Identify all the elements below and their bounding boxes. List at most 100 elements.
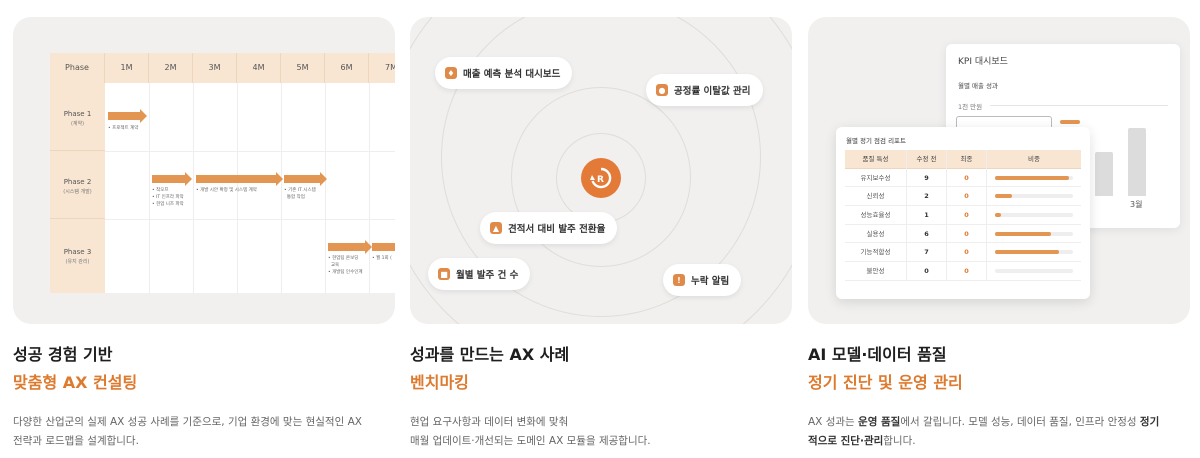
report-cell: 성능효율성	[845, 206, 907, 225]
report-cell: 2	[907, 187, 947, 207]
report-title: 월별 정기 점검 리포트	[846, 137, 907, 145]
caption-desc-line: 매월 업데이트·개선되는 도메인 AX 모듈을 제공합니다.	[410, 435, 651, 447]
ratio-bar-fill	[995, 194, 1012, 199]
alert-icon: !	[673, 274, 685, 286]
ratio-bar-fill	[995, 175, 1069, 180]
kpi-unit: 1천 만원	[958, 103, 983, 111]
caption-title: AI 모델·데이터 품질	[808, 345, 947, 364]
ratio-bar-fill	[995, 231, 1051, 236]
gantt-phase-label: Phase 3 (유지 관리)	[50, 247, 105, 267]
report-cell: 0	[947, 187, 987, 207]
report-cell: 0	[947, 224, 987, 244]
pill-label: 견적서 대비 발주 전환율	[508, 224, 606, 235]
gantt-month: 5M	[281, 53, 325, 83]
report-header-cell: 수정 전	[907, 150, 947, 169]
gantt-bar	[152, 172, 192, 186]
ratio-bar-track	[995, 213, 1073, 218]
grid-line	[105, 219, 395, 220]
caption-description: AX 성과는 운영 품질에서 갈립니다. 모델 성능, 데이터 품질, 인프라 …	[808, 413, 1193, 451]
gantt-task: • 개발 시안 확정 및 시스템 계약	[196, 188, 257, 193]
ratio-bar-fill	[995, 213, 1001, 218]
benchmarking-card: R ♦ 매출 예측 분석 대시보드 ● 공정률 이탈값 관리 ▲ 견적서 대비 …	[410, 17, 792, 324]
monthly-report-window: 월별 정기 점검 리포트 품질 특성 수정 전 최종 비중 유지보수성 9 0 신뢰성…	[836, 127, 1090, 299]
ratio-bar-track	[995, 175, 1073, 180]
gantt-task: • 현업팀 온보딩 교육 • 개발팀 인수인계	[328, 256, 363, 275]
report-cell: 6	[907, 224, 947, 244]
grid-line	[193, 83, 194, 293]
grid-line	[369, 83, 370, 293]
report-table: 품질 특성 수정 전 최종 비중 유지보수성 9 0 신뢰성 2 0 성능효율성 1 0 실용성 6…	[845, 150, 1081, 281]
report-header-cell: 최종	[947, 150, 987, 169]
phase-name: Phase 2	[63, 178, 92, 186]
pill-quote-conversion: ▲ 견적서 대비 발주 전환율	[480, 212, 618, 244]
report-cell: 7	[907, 243, 947, 263]
gantt-phase-label: Phase 1 (계약)	[50, 109, 105, 129]
gantt-bar	[284, 172, 327, 186]
report-cell: 신뢰성	[845, 187, 907, 207]
kpi-bar	[1128, 128, 1146, 196]
report-cell: 0	[947, 206, 987, 225]
gantt-header: Phase 1M 2M 3M 4M 5M 6M 7M	[50, 53, 395, 83]
grid-line	[325, 83, 326, 293]
caption-desc-line: 다양한 산업군의 실제 AX 성공 사례를 기준으로, 기업 환경에 맞는 현실…	[13, 416, 362, 428]
caption-subtitle: 정기 진단 및 운영 관리	[808, 373, 963, 392]
ratio-bar-track	[995, 194, 1073, 199]
caption-consulting: 성공 경험 기반 맞춤형 AX 컨설팅 다양한 산업군의 실제 AX 성공 사례…	[13, 343, 398, 451]
gantt-bar	[372, 243, 395, 251]
caption-benchmarking: 성과를 만드는 AX 사례 벤치마킹 현업 요구사항과 데이터 변화에 맞춰 매…	[410, 343, 795, 451]
kpi-subtitle: 월별 매출 성과	[958, 82, 999, 90]
pill-progress-deviation: ● 공정률 이탈값 관리	[646, 74, 763, 106]
caption-subtitle: 맞춤형 AX 컨설팅	[13, 373, 138, 392]
caption-quality: AI 모델·데이터 품질 정기 진단 및 운영 관리 AX 성과는 운영 품질에…	[808, 343, 1193, 451]
report-row: 신뢰성 2 0	[845, 187, 1081, 207]
ratio-bar-track	[995, 231, 1073, 236]
caption-desc-bold: 정기	[1139, 416, 1160, 428]
caption-desc-text: AX 성과는	[808, 416, 859, 428]
phase-name: Phase 3	[63, 248, 92, 256]
caption-desc-line: 전략과 로드맵을 설계합니다.	[13, 435, 139, 447]
phase-sub: (계약)	[70, 121, 85, 127]
ratio-bar-track	[995, 250, 1073, 255]
grid-line	[149, 83, 150, 293]
gantt-bar	[328, 240, 372, 254]
caption-title: 성공 경험 기반	[13, 345, 113, 364]
pill-label: 매출 예측 분석 대시보드	[463, 69, 561, 80]
gantt-month: 2M	[149, 53, 193, 83]
report-cell: 0	[947, 262, 987, 281]
quality-card: KPI 대시보드 월별 매출 성과 1천 만원 3월 월별 정기 점검 리포트 …	[808, 17, 1190, 324]
gantt-task: • 기존 IT 시스템 통합 작업	[284, 188, 316, 200]
gantt-month: 1M	[105, 53, 149, 83]
phase-sub: (시스템 개발)	[63, 189, 92, 195]
phase-name: Phase 1	[63, 110, 92, 118]
svg-text:R: R	[597, 175, 604, 185]
report-row: 실용성 6 0	[845, 224, 1081, 244]
caption-desc-text: 합니다.	[883, 435, 916, 447]
report-cell: 0	[947, 243, 987, 263]
report-row: 유지보수성 9 0	[845, 168, 1081, 188]
report-cell: 유지보수성	[845, 168, 907, 188]
report-rows: 유지보수성 9 0 신뢰성 2 0 성능효율성 1 0 실용성 6 0 기능적합성 7 0 불안성 0 0	[845, 168, 1081, 281]
report-cell: 0	[907, 262, 947, 281]
person-icon: ●	[656, 84, 668, 96]
gantt-task: • 월 1회 (	[372, 256, 392, 261]
report-cell: 0	[947, 168, 987, 188]
gantt-bar	[196, 172, 283, 186]
grid-line	[281, 83, 282, 293]
pill-sales-forecast: ♦ 매출 예측 분석 대시보드	[435, 57, 573, 89]
pill-label: 공정률 이탈값 관리	[674, 86, 751, 97]
pill-missing-alert: ! 누락 알림	[663, 264, 742, 296]
thumbs-up-icon: ♦	[445, 67, 457, 79]
gantt-month: 3M	[193, 53, 237, 83]
report-row: 성능효율성 1 0	[845, 206, 1081, 225]
caption-description: 현업 요구사항과 데이터 변화에 맞춰 매월 업데이트·개선되는 도메인 AX …	[410, 413, 795, 451]
pill-label: 누락 알림	[691, 276, 730, 287]
caption-desc-text: 에서 갈립니다. 모델 성능, 데이터 품질, 인프라 안정성	[900, 416, 1140, 428]
caption-desc-bold: 운영 품질	[858, 416, 901, 428]
report-cell: 실용성	[845, 224, 907, 244]
report-header-cell: 품질 특성	[845, 150, 907, 169]
gantt-month: 7M	[385, 63, 395, 72]
grid-line	[105, 151, 395, 152]
caption-desc-line: 현업 요구사항과 데이터 변화에 맞춰	[410, 416, 569, 428]
gantt-header-phase: Phase	[50, 53, 105, 83]
report-row: 기능적합성 7 0	[845, 243, 1081, 263]
